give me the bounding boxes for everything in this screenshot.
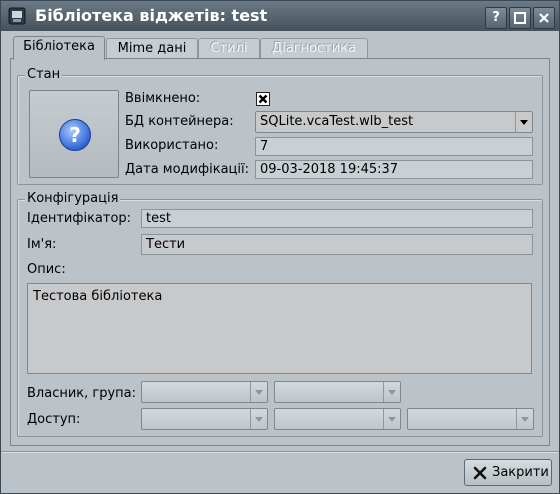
used-label: Використано: bbox=[125, 138, 219, 153]
group-select[interactable] bbox=[274, 381, 401, 403]
chevron-down-icon bbox=[515, 112, 532, 132]
owner-label: Власник, група: bbox=[27, 386, 137, 401]
window-title: Бібліотека віджетів: test bbox=[35, 6, 268, 25]
chevron-down-icon bbox=[383, 409, 400, 429]
chevron-down-icon bbox=[250, 409, 267, 429]
close-icon bbox=[539, 13, 549, 23]
name-label: Ім'я: bbox=[27, 237, 57, 252]
tab-panel: Стан ? Ввімкнено: БД контейнера: SQLite.… bbox=[10, 58, 550, 446]
close-button-label: Закрити bbox=[492, 465, 549, 480]
owner-select[interactable] bbox=[141, 381, 268, 403]
state-group-title: Стан bbox=[25, 67, 63, 82]
access-label: Доступ: bbox=[27, 412, 81, 427]
chevron-down-icon bbox=[383, 382, 400, 402]
close-x-icon bbox=[473, 466, 487, 480]
modified-label: Дата модифікації: bbox=[125, 162, 249, 177]
close-button[interactable]: Закрити bbox=[464, 459, 552, 486]
check-x-icon bbox=[258, 94, 268, 104]
used-field: 7 bbox=[255, 137, 533, 156]
access-other-select[interactable] bbox=[407, 408, 534, 430]
db-label: БД контейнера: bbox=[125, 114, 234, 129]
library-icon-button[interactable]: ? bbox=[29, 90, 119, 178]
dialog-window: Бібліотека віджетів: test ? Бібліотека M… bbox=[0, 0, 560, 494]
tab-mime-data[interactable]: Mime дані bbox=[106, 38, 198, 59]
help-question-icon: ? bbox=[59, 119, 91, 151]
name-input[interactable]: Тести bbox=[141, 234, 533, 255]
db-select[interactable]: SQLite.vcaTest.wlb_test bbox=[255, 111, 533, 133]
id-field: test bbox=[141, 209, 533, 228]
tab-styles-label: Стилі bbox=[210, 41, 248, 56]
tab-diagnostics[interactable]: Діагностика bbox=[260, 38, 368, 59]
maximize-button[interactable] bbox=[509, 7, 531, 29]
close-window-button[interactable] bbox=[533, 7, 555, 29]
access-group-select[interactable] bbox=[274, 408, 401, 430]
app-icon bbox=[8, 7, 26, 25]
chevron-down-icon bbox=[250, 382, 267, 402]
id-label: Ідентифікатор: bbox=[27, 211, 132, 226]
config-group-title: Конфігурація bbox=[25, 191, 121, 206]
maximize-icon bbox=[514, 12, 526, 24]
access-owner-select[interactable] bbox=[141, 408, 268, 430]
enabled-label: Ввімкнено: bbox=[125, 91, 201, 106]
db-select-value: SQLite.vcaTest.wlb_test bbox=[260, 114, 414, 129]
desc-textarea[interactable]: Тестова бібліотека bbox=[27, 283, 532, 374]
tab-library[interactable]: Бібліотека bbox=[13, 36, 105, 60]
help-button[interactable]: ? bbox=[485, 7, 507, 29]
chevron-down-icon bbox=[516, 409, 533, 429]
desc-label: Опис: bbox=[27, 262, 66, 277]
tab-styles[interactable]: Стилі bbox=[198, 38, 260, 59]
footer-divider bbox=[1, 451, 559, 452]
modified-field: 09-03-2018 19:45:37 bbox=[255, 160, 533, 179]
enabled-checkbox[interactable] bbox=[256, 92, 270, 106]
tab-diagnostics-label: Діагностика bbox=[271, 41, 356, 56]
title-bar[interactable]: Бібліотека віджетів: test ? bbox=[1, 1, 559, 31]
